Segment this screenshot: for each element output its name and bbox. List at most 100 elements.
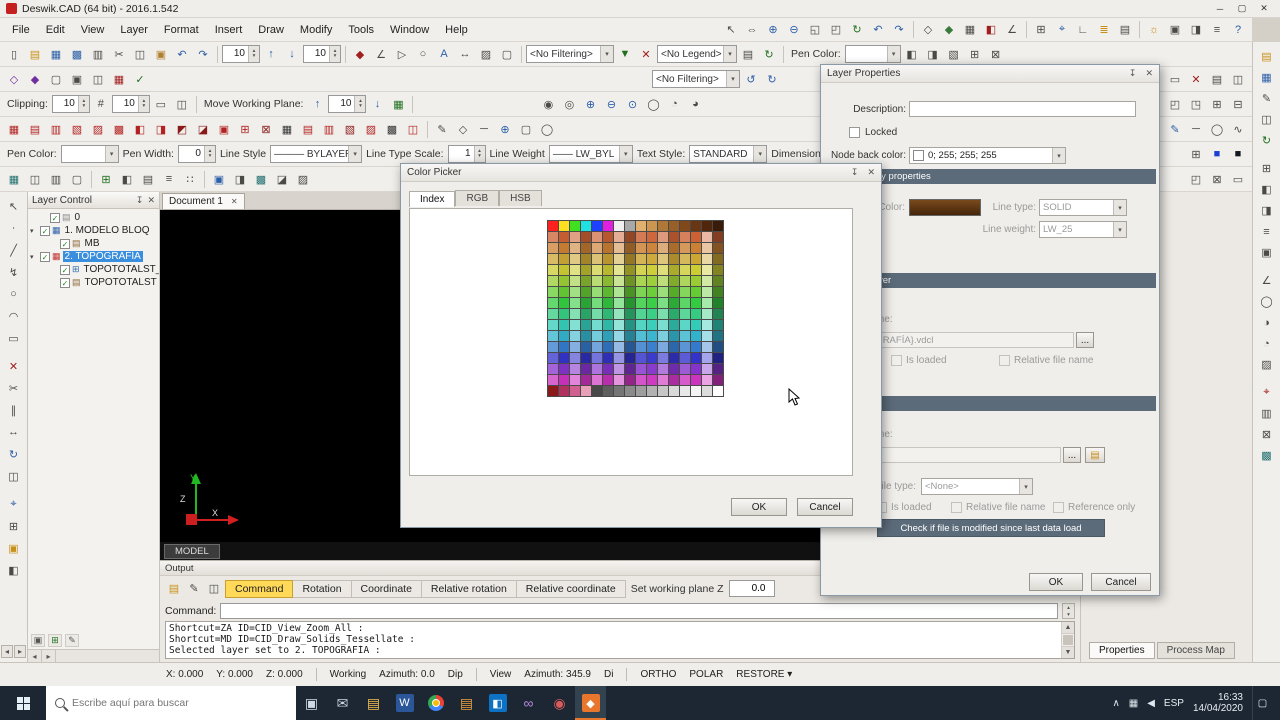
palette-color[interactable] bbox=[570, 342, 580, 352]
palette-color[interactable] bbox=[625, 364, 635, 374]
draw-line-icon[interactable]: ╱ bbox=[3, 239, 25, 261]
layer-visibility-checkbox[interactable]: ✓ bbox=[60, 238, 70, 249]
text-tool-icon[interactable]: A bbox=[434, 44, 454, 64]
zoom-window-icon[interactable]: ◱ bbox=[805, 20, 825, 40]
palette-color[interactable] bbox=[559, 364, 569, 374]
layer-tree-item[interactable]: ✓ ▤ TOPOTOTALST bbox=[28, 276, 159, 289]
grid-spacing-spinner[interactable]: 10 ▴ ▾ bbox=[303, 45, 341, 63]
views-icon[interactable]: ◨ bbox=[1186, 20, 1206, 40]
t3-icon[interactable]: ◯ bbox=[1207, 119, 1227, 139]
palette-color[interactable] bbox=[559, 375, 569, 385]
palette-color[interactable] bbox=[592, 320, 602, 330]
palette-color[interactable] bbox=[592, 375, 602, 385]
wp-set-icon[interactable]: ▦ bbox=[388, 94, 408, 114]
palette-color[interactable] bbox=[680, 342, 690, 352]
palette-color[interactable] bbox=[548, 232, 558, 242]
palette-color[interactable] bbox=[658, 287, 668, 297]
open-icon[interactable]: ▤ bbox=[25, 44, 45, 64]
draw-rect-icon[interactable]: ▭ bbox=[3, 327, 25, 349]
palette-color[interactable] bbox=[614, 221, 624, 231]
palette-color[interactable] bbox=[691, 276, 701, 286]
palette-color[interactable] bbox=[625, 243, 635, 253]
palette-color[interactable] bbox=[548, 254, 558, 264]
palette-color[interactable] bbox=[636, 287, 646, 297]
palette-color[interactable] bbox=[647, 309, 657, 319]
chrome-icon[interactable] bbox=[420, 686, 451, 720]
select-icon[interactable]: ↖ bbox=[721, 20, 741, 40]
move-icon[interactable]: ↔ bbox=[3, 421, 25, 443]
palette-color[interactable] bbox=[636, 276, 646, 286]
palette-color[interactable] bbox=[548, 386, 558, 396]
palette-color[interactable] bbox=[636, 254, 646, 264]
erase-icon[interactable]: ✕ bbox=[3, 355, 25, 377]
palette-color[interactable] bbox=[647, 364, 657, 374]
palette-color[interactable] bbox=[559, 309, 569, 319]
console-scrollbar[interactable]: ▲ ▼ bbox=[1061, 622, 1074, 658]
palette-color[interactable] bbox=[559, 232, 569, 242]
trim-icon[interactable]: ✂ bbox=[3, 377, 25, 399]
line-weight-combo[interactable]: LW_25 ▾ bbox=[1039, 221, 1127, 238]
wp-down-icon[interactable]: ↓ bbox=[367, 94, 387, 114]
zoom-out-icon[interactable]: ⊖ bbox=[784, 20, 804, 40]
palette-color[interactable] bbox=[592, 386, 602, 396]
palette-color[interactable] bbox=[603, 243, 613, 253]
dock-grid-icon[interactable]: ⊞ bbox=[1256, 158, 1278, 179]
palette-color[interactable] bbox=[625, 386, 635, 396]
grid-icon[interactable]: ⊞ bbox=[1031, 20, 1051, 40]
zoom-extents-icon[interactable]: ◰ bbox=[826, 20, 846, 40]
palette-color[interactable] bbox=[636, 320, 646, 330]
palette-color[interactable] bbox=[669, 276, 679, 286]
hatch-tool-icon[interactable]: ▨ bbox=[476, 44, 496, 64]
mirror-icon[interactable]: ◫ bbox=[3, 465, 25, 487]
palette-color[interactable] bbox=[570, 353, 580, 363]
style3-icon[interactable]: ▧ bbox=[944, 44, 964, 64]
status-polar[interactable]: POLAR bbox=[689, 669, 723, 680]
isolate-icon[interactable]: ◧ bbox=[3, 559, 25, 581]
palette-color[interactable] bbox=[669, 342, 679, 352]
redo-icon[interactable]: ↷ bbox=[193, 44, 213, 64]
palette-color[interactable] bbox=[713, 375, 723, 385]
merge-icon[interactable]: ◫ bbox=[88, 69, 108, 89]
palette-color[interactable] bbox=[592, 353, 602, 363]
hscroll-left-icon[interactable]: ◂ bbox=[28, 650, 42, 662]
layers-icon[interactable]: ≣ bbox=[1094, 20, 1114, 40]
snap-toggle-icon[interactable]: ⌖ bbox=[3, 493, 25, 515]
palette-color[interactable] bbox=[647, 353, 657, 363]
palette-color[interactable] bbox=[691, 243, 701, 253]
palette-color[interactable] bbox=[603, 287, 613, 297]
palette-color[interactable] bbox=[614, 342, 624, 352]
layer-visibility-checkbox[interactable]: ✓ bbox=[40, 251, 50, 262]
reference-only-checkbox[interactable] bbox=[1053, 502, 1064, 513]
palette-color[interactable] bbox=[658, 298, 668, 308]
palette-color[interactable] bbox=[548, 342, 558, 352]
palette-color[interactable] bbox=[669, 331, 679, 341]
palette-color[interactable] bbox=[625, 276, 635, 286]
linked-relative-checkbox[interactable] bbox=[951, 502, 962, 513]
palette-color[interactable] bbox=[559, 342, 569, 352]
task-view-icon[interactable]: ▣ bbox=[296, 686, 327, 720]
palette-color[interactable] bbox=[658, 386, 668, 396]
vscode-icon[interactable]: ◧ bbox=[482, 686, 513, 720]
layer-panel-hscroll[interactable]: ◂ ▸ bbox=[28, 649, 159, 662]
palette-color[interactable] bbox=[570, 298, 580, 308]
palette-color[interactable] bbox=[570, 221, 580, 231]
zoom-all-icon[interactable]: ◯ bbox=[643, 94, 663, 114]
layer-lock-icon[interactable]: ▣ bbox=[3, 537, 25, 559]
palette-color[interactable] bbox=[581, 243, 591, 253]
snap-spacing-spinner[interactable]: 10 ▴ ▾ bbox=[222, 45, 260, 63]
palette-color[interactable] bbox=[625, 265, 635, 275]
palette-color[interactable] bbox=[713, 364, 723, 374]
palette-color[interactable] bbox=[548, 276, 558, 286]
palette-color[interactable] bbox=[702, 243, 712, 253]
palette-color[interactable] bbox=[691, 254, 701, 264]
output-button-rotation[interactable]: Rotation bbox=[293, 579, 352, 598]
palette-color[interactable] bbox=[647, 342, 657, 352]
maximize-button[interactable]: ▢ bbox=[1232, 2, 1252, 16]
palette-color[interactable] bbox=[713, 221, 723, 231]
layer-visibility-checkbox[interactable]: ✓ bbox=[50, 212, 60, 223]
pane4-icon[interactable]: ⊟ bbox=[1228, 94, 1248, 114]
pane1-icon[interactable]: ◰ bbox=[1165, 94, 1185, 114]
palette-color[interactable] bbox=[669, 232, 679, 242]
palette-color[interactable] bbox=[559, 221, 569, 231]
palette-color[interactable] bbox=[625, 232, 635, 242]
